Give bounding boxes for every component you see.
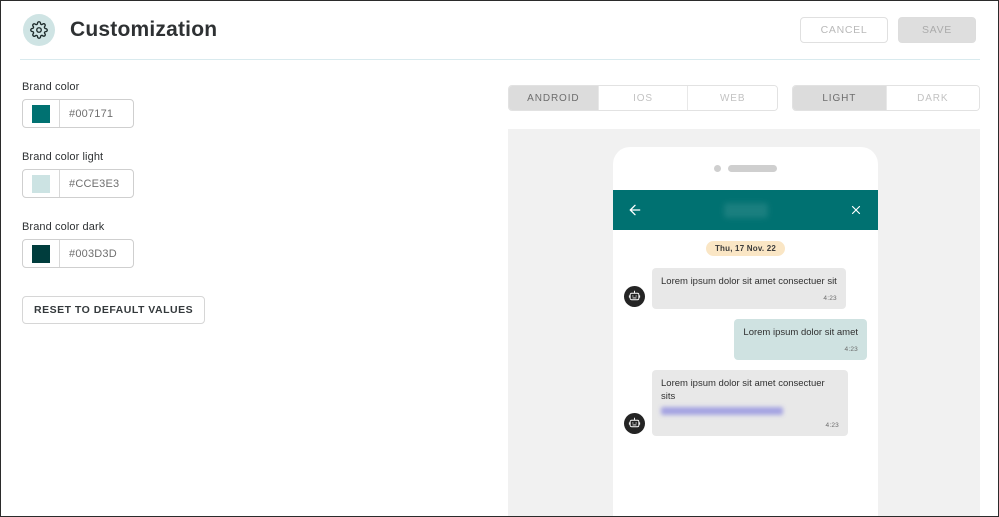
message-bubble-outgoing: Lorem ipsum dolor sit amet 4:23 [734,319,867,360]
tab-ios[interactable]: IOS [599,86,689,110]
arrow-left-icon[interactable] [625,200,645,220]
preview-panel: ANDROID IOS WEB LIGHT DARK [508,85,980,517]
brand-color-hex-value[interactable]: #007171 [60,100,133,127]
brand-color-dark-hex-value[interactable]: #003D3D [60,240,133,267]
tab-light[interactable]: LIGHT [793,86,886,110]
brand-color-light-group: Brand color light #CCE3E3 [22,151,342,198]
brand-color-group: Brand color #007171 [22,81,342,128]
robot-avatar-icon [624,286,645,307]
message-text: Lorem ipsum dolor sit amet consectuer si… [661,276,837,287]
brand-color-light-field[interactable]: #CCE3E3 [22,169,134,198]
brand-color-dark-group: Brand color dark #003D3D [22,221,342,268]
preview-stage: Thu, 17 Nov. 22 [508,129,980,517]
redacted-link[interactable] [661,407,783,415]
message-row: Lorem ipsum dolor sit amet 4:23 [624,319,867,360]
robot-avatar-icon [624,413,645,434]
chat-thread: Thu, 17 Nov. 22 [613,230,878,436]
platform-tab-group: ANDROID IOS WEB [508,85,778,111]
cancel-button[interactable]: CANCEL [800,17,888,43]
header-divider [20,59,980,60]
message-row: Lorem ipsum dolor sit amet consectuer si… [624,370,867,436]
color-swatch [32,105,50,123]
brand-color-light-swatch-cell[interactable] [23,170,60,197]
message-time: 4:23 [743,343,858,356]
brand-color-field[interactable]: #007171 [22,99,134,128]
message-row: Lorem ipsum dolor sit amet consectuer si… [624,268,867,309]
tab-dark[interactable]: DARK [887,86,979,110]
app-bar [613,190,878,230]
close-icon[interactable] [846,200,866,220]
brand-color-light-hex-value[interactable]: #CCE3E3 [60,170,133,197]
app-bar-title [724,203,768,218]
brand-color-light-label: Brand color light [22,151,342,163]
date-divider: Thu, 17 Nov. 22 [624,241,867,256]
preview-toggles: ANDROID IOS WEB LIGHT DARK [508,85,980,111]
brand-color-label: Brand color [22,81,342,93]
phone-notch [613,147,878,190]
page-title: Customization [70,18,217,42]
brand-color-dark-swatch-cell[interactable] [23,240,60,267]
header-actions: CANCEL SAVE [800,17,976,43]
message-bubble-incoming: Lorem ipsum dolor sit amet consectuer si… [652,370,848,436]
brand-color-dark-label: Brand color dark [22,221,342,233]
brand-color-dark-field[interactable]: #003D3D [22,239,134,268]
message-text: Lorem ipsum dolor sit amet [743,327,858,338]
message-bubble-incoming: Lorem ipsum dolor sit amet consectuer si… [652,268,846,309]
page-header: Customization CANCEL SAVE [1,1,998,58]
date-chip: Thu, 17 Nov. 22 [706,241,785,256]
color-swatch [32,175,50,193]
camera-dot-icon [714,165,721,172]
brand-color-swatch-cell[interactable] [23,100,60,127]
reset-to-default-button[interactable]: RESET TO DEFAULT VALUES [22,296,205,324]
message-text: Lorem ipsum dolor sit amet consectuer si… [661,378,825,402]
customization-screen: Customization CANCEL SAVE Brand color #0… [0,0,999,517]
tab-web[interactable]: WEB [688,86,777,110]
gear-icon [23,14,55,46]
settings-panel: Brand color #007171 Brand color light #C… [22,81,342,324]
theme-tab-group: LIGHT DARK [792,85,980,111]
save-button[interactable]: SAVE [898,17,976,43]
color-swatch [32,245,50,263]
message-time: 4:23 [661,292,837,305]
message-time: 4:23 [661,419,839,432]
speaker-pill-icon [728,165,777,172]
tab-android[interactable]: ANDROID [509,86,599,110]
phone-mockup: Thu, 17 Nov. 22 [613,147,878,517]
